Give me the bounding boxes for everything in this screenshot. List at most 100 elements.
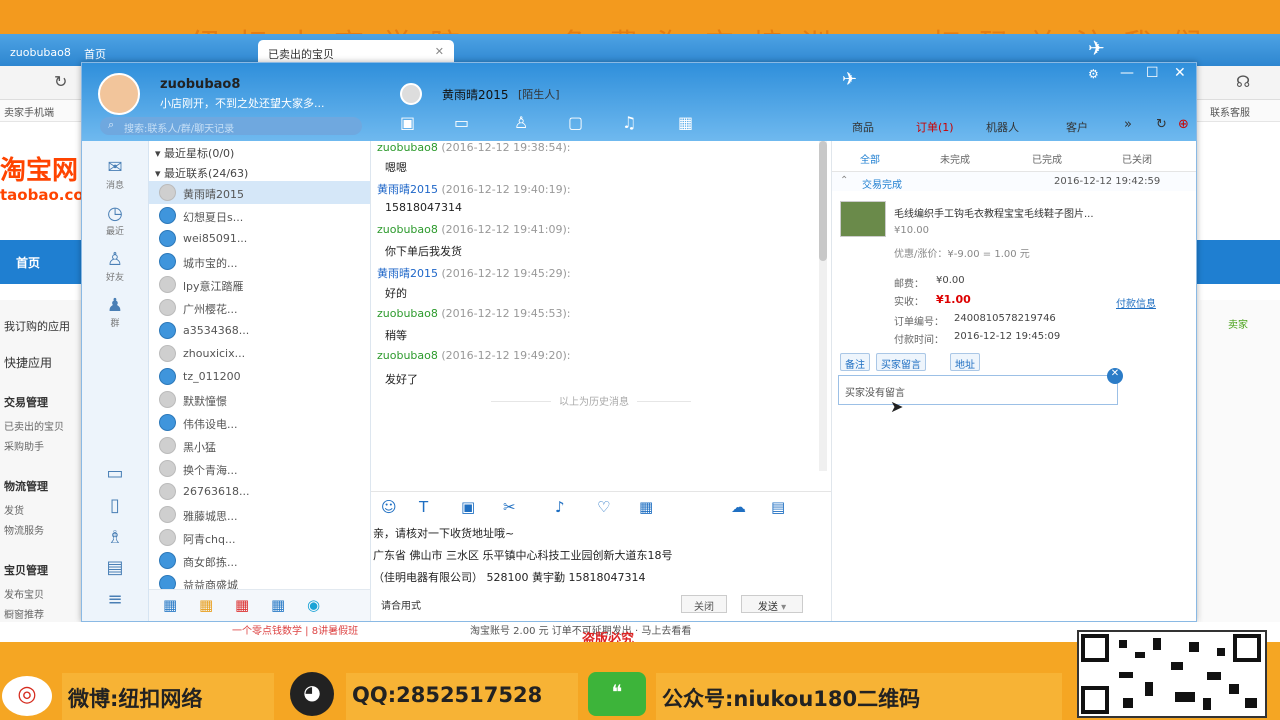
emoji-icon[interactable]: ☺ — [381, 498, 397, 516]
close-popup-icon[interactable]: ✕ — [1107, 368, 1123, 384]
calculator-icon[interactable]: ▦ — [639, 498, 653, 516]
scrollbar-thumb[interactable] — [819, 141, 827, 261]
tab-robot[interactable]: 机器人 — [986, 119, 1019, 135]
chat-scrollbar[interactable] — [819, 141, 827, 471]
comment-icon[interactable]: ▢ — [568, 113, 583, 132]
message-input[interactable]: 亲，请核对一下收货地址哦~ 广东省 佛山市 三水区 乐平镇中心科技工业园创新大道… — [371, 521, 811, 599]
side-trade-manage[interactable]: 交易管理 — [4, 394, 48, 410]
tab-products[interactable]: 商品 — [852, 119, 874, 135]
headset-icon[interactable]: ☊ — [1236, 72, 1250, 91]
collapse-icon[interactable]: ⌃ — [840, 175, 848, 186]
tab-orders[interactable]: 订单(1) — [916, 119, 954, 135]
nav-friends[interactable]: ♙ 好友 — [100, 249, 130, 283]
side-quick-apps[interactable]: 快捷应用 — [4, 354, 52, 371]
image-icon[interactable]: ▣ — [461, 498, 475, 516]
nav-messages[interactable]: ✉ 消息 — [100, 157, 130, 191]
app-icon[interactable]: ◉ — [307, 596, 320, 614]
browser-tab-account[interactable]: zuobubao8 — [0, 40, 81, 66]
inbox-icon[interactable]: ▤ — [100, 557, 130, 578]
address-button[interactable]: 地址 — [950, 353, 980, 371]
side-logistics[interactable]: 物流管理 — [4, 478, 48, 494]
contact-item[interactable]: 商女郎拣... — [149, 549, 370, 572]
app-icon[interactable]: ▦ — [199, 596, 213, 614]
close-button[interactable]: 关闭 — [681, 595, 727, 613]
product-thumbnail[interactable] — [840, 201, 886, 237]
order-tab-completed[interactable]: 已完成 — [1032, 151, 1062, 166]
product-title[interactable]: 毛线编织手工钩毛衣教程宝宝毛线鞋子图片... — [894, 205, 1094, 220]
nav-recent[interactable]: ◷ 最近 — [100, 203, 130, 237]
contact-item[interactable]: 幻想夏日s... — [149, 204, 370, 227]
heart-icon[interactable]: ♡ — [597, 498, 610, 516]
bell-icon[interactable]: ♪ — [555, 498, 565, 516]
send-options-icon[interactable]: ▾ — [781, 602, 786, 613]
more-tabs-icon[interactable]: » — [1124, 117, 1132, 132]
nav-home[interactable]: 首页 — [16, 254, 40, 271]
order-tab-closed[interactable]: 已关闭 — [1122, 151, 1152, 166]
notify-icon[interactable]: ♫ — [622, 113, 636, 132]
contact-item[interactable]: 阿青chq... — [149, 526, 370, 549]
send-button[interactable]: 发送 ▾ — [741, 595, 803, 613]
minimize-icon[interactable]: — — [1120, 65, 1134, 81]
menu-icon[interactable]: ≡ — [100, 589, 130, 610]
side-my-apps[interactable]: 我订购的应用 — [4, 318, 70, 334]
add-panel-icon[interactable]: ⊕ — [1178, 117, 1189, 132]
side-logistics-service[interactable]: 物流服务 — [4, 522, 44, 537]
note-button[interactable]: 备注 — [840, 353, 870, 371]
side-item-manage[interactable]: 宝贝管理 — [4, 562, 48, 578]
contact-search-box[interactable]: ⌕ 搜索:联系人/群/聊天记录 — [100, 117, 362, 135]
contact-item[interactable]: lpy意江踏雁 — [149, 273, 370, 296]
contact-item[interactable]: 默默憧憬 — [149, 388, 370, 411]
contact-item[interactable]: 雅藤城思... — [149, 503, 370, 526]
contact-item[interactable]: 黑小猛 — [149, 434, 370, 457]
seller-mobile-link[interactable]: 卖家手机端 — [4, 104, 54, 119]
tab-customers[interactable]: 客户 — [1066, 119, 1088, 135]
contact-item[interactable]: 城市宝的... — [149, 250, 370, 273]
contact-service-link[interactable]: 联系客服 — [1210, 104, 1250, 119]
side-ship[interactable]: 发货 — [4, 502, 24, 517]
pay-detail-link[interactable]: 付款信息 — [1116, 295, 1156, 310]
contact-item[interactable]: 26763618... — [149, 480, 370, 503]
taobao-logo[interactable]: 淘宝网 — [0, 150, 78, 187]
close-window-icon[interactable]: ✕ — [1174, 65, 1186, 81]
quick-reply-icon[interactable]: ☁ — [731, 498, 746, 516]
refresh-panel-icon[interactable]: ↻ — [1156, 117, 1167, 132]
font-icon[interactable]: T — [419, 498, 428, 516]
contact-item[interactable]: 伟伟设电... — [149, 411, 370, 434]
group-starred[interactable]: ▾ 最近星标(0/0) — [155, 145, 234, 161]
app-icon[interactable]: ▦ — [163, 596, 177, 614]
refresh-icon[interactable]: ↻ — [54, 72, 67, 91]
side-publish-item[interactable]: 发布宝贝 — [4, 586, 44, 601]
chat-history-icon[interactable]: ▤ — [771, 498, 785, 516]
monitor-icon[interactable]: ▭ — [100, 463, 130, 484]
buyer-message-button[interactable]: 买家留言 — [876, 353, 926, 371]
image-icon[interactable]: ▦ — [678, 113, 693, 132]
contact-item[interactable]: 益益商盛城 — [149, 572, 370, 589]
side-purchase-helper[interactable]: 采购助手 — [4, 438, 44, 453]
order-tab-pending[interactable]: 未完成 — [940, 151, 970, 166]
contact-item[interactable]: a3534368... — [149, 319, 370, 342]
phone-icon[interactable]: ▯ — [100, 495, 130, 516]
app-icon[interactable]: ▦ — [271, 596, 285, 614]
group-recent[interactable]: ▾ 最近联系(24/63) — [155, 165, 248, 181]
contact-item[interactable]: 换个青海... — [149, 457, 370, 480]
contact-item[interactable]: zhouxicix... — [149, 342, 370, 365]
user-avatar[interactable] — [98, 73, 140, 115]
side-showcase[interactable]: 橱窗推荐 — [4, 606, 44, 621]
maximize-icon[interactable]: ☐ — [1146, 65, 1159, 81]
add-contact-icon[interactable]: ♙ — [514, 113, 528, 132]
order-status-row[interactable]: ⌃ 交易完成 2016-12-12 19:42:59 — [832, 171, 1196, 191]
contact-item[interactable]: 黄雨晴2015 — [149, 181, 370, 204]
contact-item[interactable]: tz_011200 — [149, 365, 370, 388]
screen-share-icon[interactable]: ▣ — [400, 113, 415, 132]
partner-avatar[interactable] — [400, 83, 422, 105]
settings-icon[interactable]: ⚙ — [1088, 67, 1099, 81]
user-status[interactable]: 小店刚开，不到之处还望大家多... — [160, 95, 325, 111]
video-call-icon[interactable]: ▭ — [454, 113, 469, 132]
order-tab-all[interactable]: 全部 — [860, 151, 880, 166]
scissors-icon[interactable]: ✂ — [503, 498, 516, 516]
app-icon[interactable]: ▦ — [235, 596, 249, 614]
contact-item[interactable]: 广州樱花... — [149, 296, 370, 319]
contact-item[interactable]: wei85091... — [149, 227, 370, 250]
user-settings-icon[interactable]: ♗ — [100, 527, 130, 548]
side-sold-items[interactable]: 已卖出的宝贝 — [4, 418, 64, 433]
